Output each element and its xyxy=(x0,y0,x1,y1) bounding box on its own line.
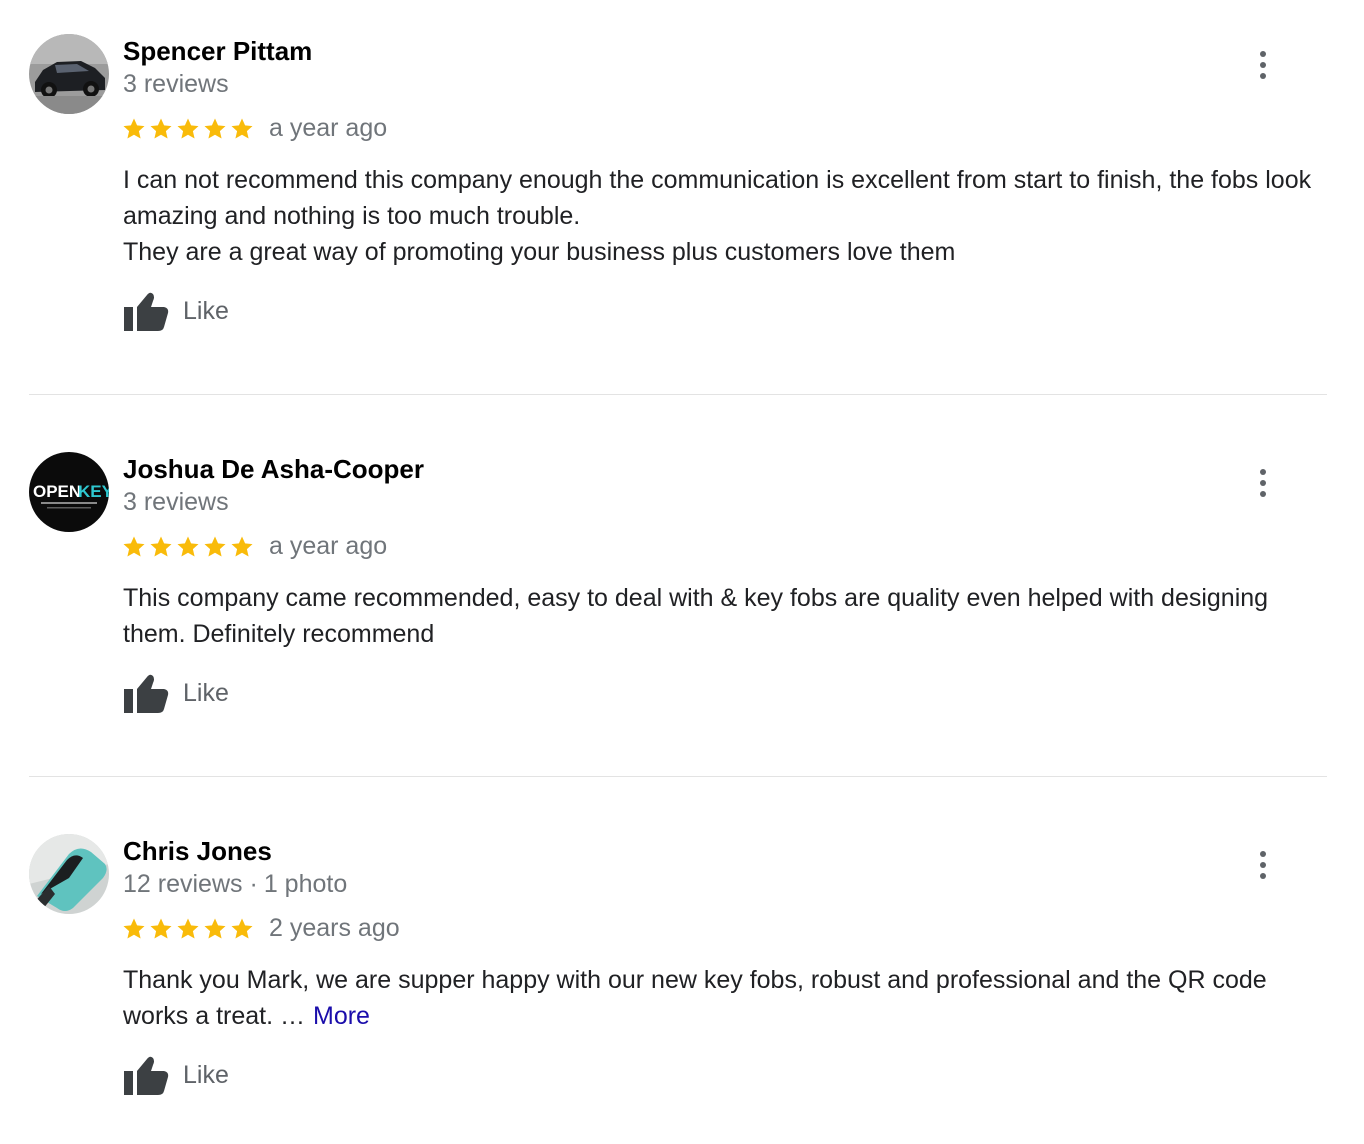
reviewer-name[interactable]: Spencer Pittam xyxy=(123,36,312,67)
review-time: 2 years ago xyxy=(269,914,400,942)
star-icon xyxy=(231,118,253,138)
dot-icon xyxy=(1260,862,1266,868)
reviewer-name[interactable]: Joshua De Asha-Cooper xyxy=(123,454,424,485)
star-icon xyxy=(204,536,226,556)
key-fob-photo-avatar-icon xyxy=(29,834,109,914)
reviewer-meta: 3 reviews xyxy=(123,70,229,99)
like-label: Like xyxy=(183,1060,229,1089)
star-icon xyxy=(123,536,145,556)
review-time: a year ago xyxy=(269,532,388,560)
like-button[interactable]: Like xyxy=(123,1054,229,1096)
thumbs-up-icon xyxy=(124,674,169,713)
dot-icon xyxy=(1260,62,1266,68)
avatar[interactable] xyxy=(29,34,109,114)
review-paragraph: Thank you Mark, we are supper happy with… xyxy=(123,962,1333,1034)
dot-icon xyxy=(1260,851,1266,857)
divider xyxy=(29,776,1327,777)
rating-row: a year ago xyxy=(122,532,387,561)
like-label: Like xyxy=(183,296,229,325)
star-rating xyxy=(122,535,254,559)
dot-icon xyxy=(1260,469,1266,475)
dot-icon xyxy=(1260,73,1266,79)
reviews-count: 3 reviews xyxy=(123,70,229,98)
rating-row: 2 years ago xyxy=(122,914,400,943)
like-button[interactable]: Like xyxy=(123,290,229,332)
rating-row: a year ago xyxy=(122,114,387,143)
reviewer-name[interactable]: Chris Jones xyxy=(123,836,272,867)
star-icon xyxy=(150,118,172,138)
star-icon xyxy=(231,536,253,556)
like-label: Like xyxy=(183,678,229,707)
star-icon xyxy=(123,118,145,138)
dot-icon xyxy=(1260,51,1266,57)
star-rating xyxy=(122,917,254,941)
review-text: Thank you Mark, we are supper happy with… xyxy=(123,962,1333,1034)
star-icon xyxy=(123,918,145,938)
star-icon xyxy=(150,918,172,938)
review-paragraph: I can not recommend this company enough … xyxy=(123,166,1312,230)
logo-text-key: KEY xyxy=(78,482,109,501)
review-card: Spencer Pittam 3 reviews a year ago I ca… xyxy=(0,0,1364,395)
star-rating xyxy=(122,117,254,141)
star-icon xyxy=(177,536,199,556)
like-button[interactable]: Like xyxy=(123,672,229,714)
divider xyxy=(29,394,1327,395)
star-icon xyxy=(231,918,253,938)
review-paragraph: They are a great way of promoting your b… xyxy=(123,238,956,266)
more-options-button[interactable] xyxy=(1246,45,1280,85)
logo-text-open: OPEN xyxy=(33,482,81,501)
star-icon xyxy=(177,918,199,938)
reviewer-meta: 12 reviews · 1 photo xyxy=(123,870,347,899)
reviews-count: 12 reviews xyxy=(123,870,243,898)
separator-dot: · xyxy=(249,870,258,898)
avatar[interactable] xyxy=(29,834,109,914)
thumbs-up-icon xyxy=(124,1056,169,1095)
dot-icon xyxy=(1260,491,1266,497)
dot-icon xyxy=(1260,480,1266,486)
reviewer-meta: 3 reviews xyxy=(123,488,229,517)
thumbs-up-icon xyxy=(124,292,169,331)
star-icon xyxy=(204,118,226,138)
openkey-logo-avatar-icon: OPEN KEY xyxy=(29,452,109,532)
reviews-count: 3 reviews xyxy=(123,488,229,516)
photos-count: 1 photo xyxy=(263,870,348,898)
review-text: I can not recommend this company enough … xyxy=(123,162,1333,270)
avatar[interactable]: OPEN KEY xyxy=(29,452,109,532)
review-paragraph-text: Thank you Mark, we are supper happy with… xyxy=(123,966,1267,1030)
car-photo-avatar-icon xyxy=(29,34,109,114)
star-icon xyxy=(204,918,226,938)
star-icon xyxy=(177,118,199,138)
star-icon xyxy=(150,536,172,556)
review-paragraph: This company came recommended, easy to d… xyxy=(123,584,1269,648)
more-link[interactable]: More xyxy=(313,1002,370,1030)
dot-icon xyxy=(1260,873,1266,879)
review-text: This company came recommended, easy to d… xyxy=(123,580,1333,652)
more-options-button[interactable] xyxy=(1246,845,1280,885)
review-time: a year ago xyxy=(269,114,388,142)
more-options-button[interactable] xyxy=(1246,463,1280,503)
